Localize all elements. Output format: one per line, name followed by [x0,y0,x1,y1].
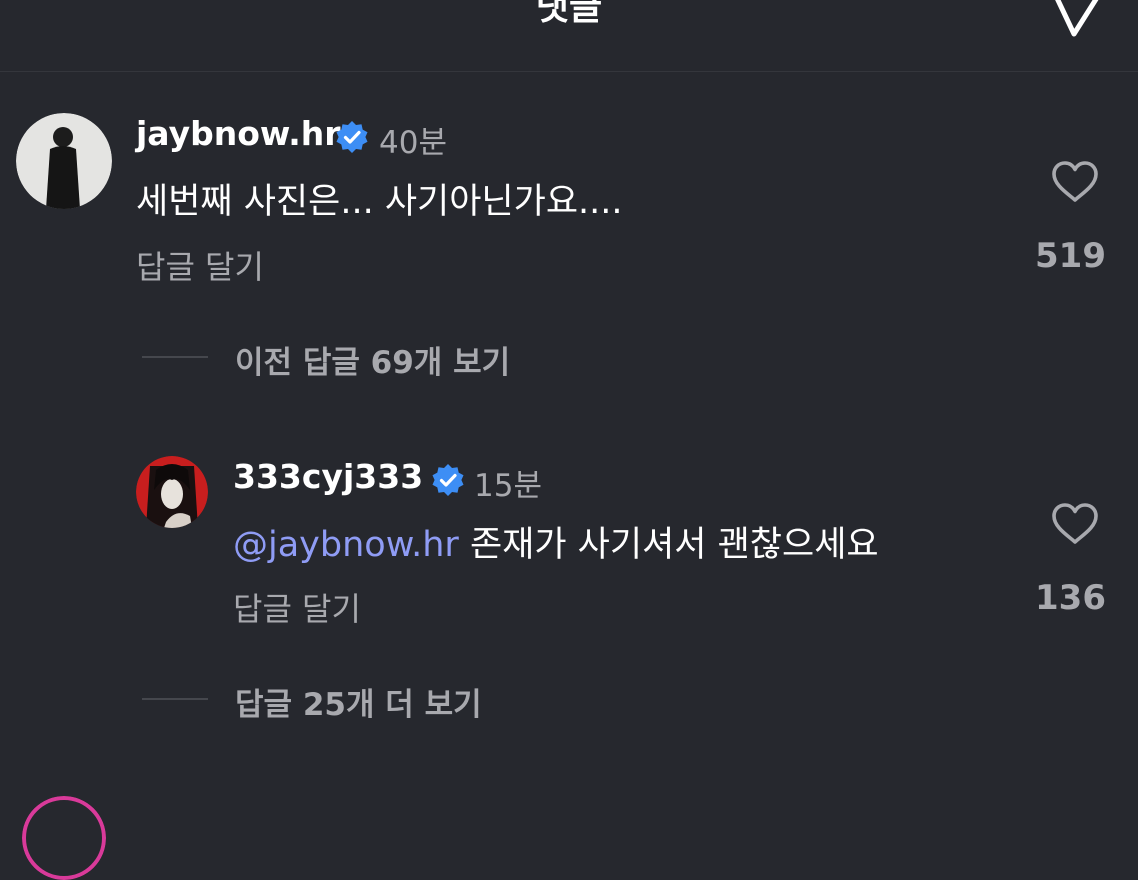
comment-text: @jaybnow.hr 존재가 사기셔서 괜찮으세요 [233,516,879,567]
reply-button[interactable]: 답글 달기 [233,584,361,630]
view-more-replies-button[interactable]: 답글 25개 더 보기 [235,679,482,724]
avatar[interactable] [22,796,106,880]
heart-icon[interactable] [1050,160,1100,204]
like-count: 136 [1035,578,1106,618]
thread-line [142,356,208,358]
thread-line [142,698,208,700]
like-count: 519 [1035,236,1106,276]
comment-username[interactable]: jaybnow.hr [136,114,341,153]
reply-button[interactable]: 답글 달기 [136,242,264,288]
mention-link[interactable]: @jaybnow.hr [233,525,459,565]
avatar[interactable] [16,113,112,209]
comment-username[interactable]: 333cyj333 [233,457,423,496]
comment-time: 40분 [379,125,447,161]
page-title: 댓글 [535,0,603,28]
verified-badge-icon [432,464,464,496]
heart-icon[interactable] [1050,502,1100,546]
comment-text: 세번째 사진은... 사기아닌가요.... [136,182,623,222]
comment-body: 존재가 사기셔서 괜찮으세요 [469,525,879,565]
comments-header: 댓글 [0,0,1138,72]
view-previous-replies-button[interactable]: 이전 답글 69개 보기 [235,337,510,382]
avatar[interactable] [136,456,208,528]
share-icon[interactable] [1052,0,1102,38]
verified-badge-icon [336,121,368,153]
comment-time: 15분 [474,468,542,504]
